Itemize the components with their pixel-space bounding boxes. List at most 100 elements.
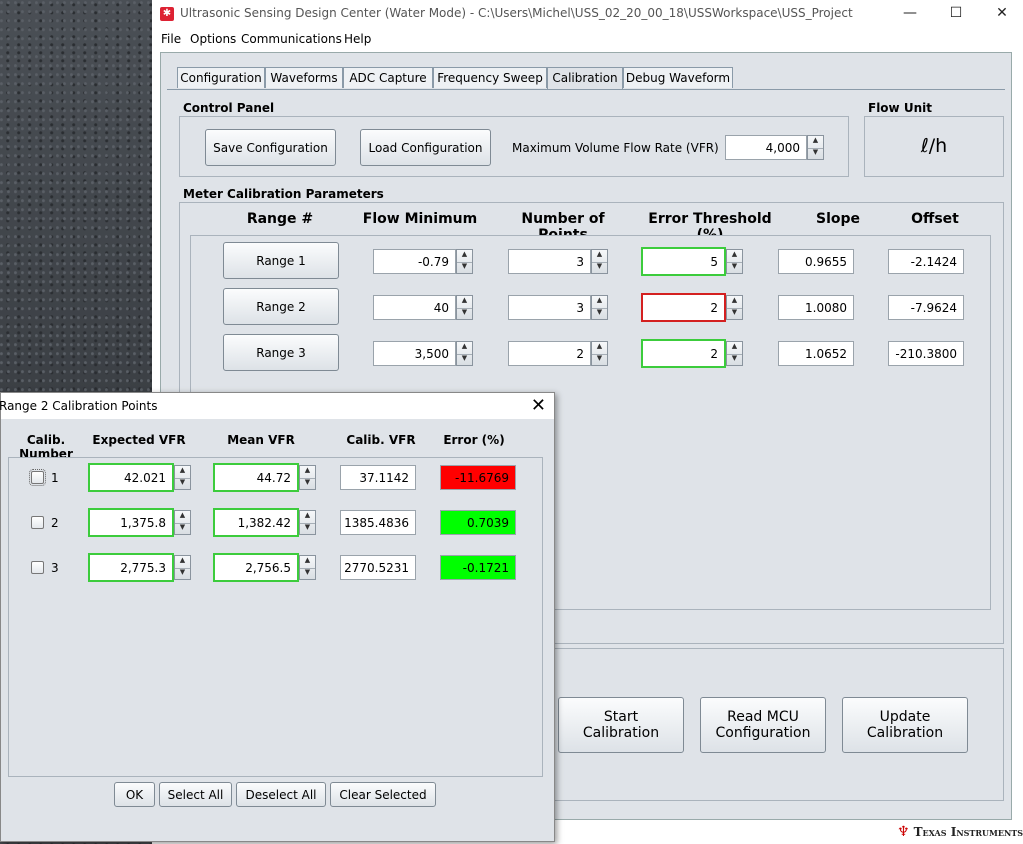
range-1-flow-min-input[interactable]: -0.79 xyxy=(373,249,456,274)
range-2-threshold-spinner[interactable]: ▲ ▼ xyxy=(726,295,743,320)
ti-logo-icon: ♆ xyxy=(897,824,910,840)
spin-down-icon[interactable]: ▼ xyxy=(592,262,607,274)
point-1-expected-spinner[interactable]: ▲ ▼ xyxy=(174,465,191,490)
range-3-flow-min-spinner[interactable]: ▲ ▼ xyxy=(456,341,473,366)
spin-down-icon[interactable]: ▼ xyxy=(592,308,607,320)
max-vfr-label: Maximum Volume Flow Rate (VFR) xyxy=(512,141,719,155)
spin-down-icon[interactable]: ▼ xyxy=(727,354,742,366)
spin-down-icon[interactable]: ▼ xyxy=(300,478,315,490)
point-2-mean-spinner[interactable]: ▲ ▼ xyxy=(299,510,316,535)
point-2-expected-spinner[interactable]: ▲ ▼ xyxy=(174,510,191,535)
update-calibration-button[interactable]: Update Calibration xyxy=(842,697,968,753)
max-vfr-input[interactable]: 4,000 xyxy=(725,135,807,160)
point-3-mean-spinner[interactable]: ▲ ▼ xyxy=(299,555,316,580)
read-mcu-label-2: Configuration xyxy=(715,725,811,741)
range-1-offset-field[interactable]: -2.1424 xyxy=(888,249,964,274)
range-1-button[interactable]: Range 1 xyxy=(223,242,339,279)
range-2-offset-field[interactable]: -7.9624 xyxy=(888,295,964,320)
header-offset: Offset xyxy=(911,211,959,227)
point-3-checkbox[interactable] xyxy=(31,561,44,574)
tab-frequency-sweep[interactable]: Frequency Sweep xyxy=(433,67,547,88)
range-1-threshold-spinner[interactable]: ▲ ▼ xyxy=(726,249,743,274)
point-2-checkbox[interactable] xyxy=(31,516,44,529)
load-configuration-button[interactable]: Load Configuration xyxy=(360,129,491,166)
range-3-button[interactable]: Range 3 xyxy=(223,334,339,371)
dialog-header-expected-vfr: Expected VFR xyxy=(92,433,186,447)
spin-down-icon[interactable]: ▼ xyxy=(300,523,315,535)
maximize-button[interactable]: ☐ xyxy=(933,0,979,28)
dialog-close-icon[interactable]: ✕ xyxy=(531,395,546,416)
spin-down-icon[interactable]: ▼ xyxy=(592,354,607,366)
point-1-mean-spinner[interactable]: ▲ ▼ xyxy=(299,465,316,490)
point-2-expected-input[interactable]: 1,375.8 xyxy=(88,508,174,537)
read-mcu-label-1: Read MCU xyxy=(727,709,799,725)
range-3-flow-min-input[interactable]: 3,500 xyxy=(373,341,456,366)
range-3-points-input[interactable]: 2 xyxy=(508,341,591,366)
flow-unit-value: ℓ/h xyxy=(920,135,948,157)
spin-down-icon[interactable]: ▼ xyxy=(457,308,472,320)
point-3-mean-input[interactable]: 2,756.5 xyxy=(213,553,299,582)
app-icon: ✱ xyxy=(160,7,174,21)
range-2-flow-min-input[interactable]: 40 xyxy=(373,295,456,320)
spin-down-icon[interactable]: ▼ xyxy=(727,308,742,320)
point-3-expected-input[interactable]: 2,775.3 xyxy=(88,553,174,582)
spin-down-icon[interactable]: ▼ xyxy=(175,478,190,490)
start-calibration-button[interactable]: Start Calibration xyxy=(558,697,684,753)
dialog-title-bar: Range 2 Calibration Points ✕ xyxy=(0,393,554,419)
spin-down-icon[interactable]: ▼ xyxy=(175,568,190,580)
menu-options[interactable]: Options xyxy=(190,32,236,46)
tab-configuration[interactable]: Configuration xyxy=(177,67,265,88)
window-title: Ultrasonic Sensing Design Center (Water … xyxy=(180,6,853,20)
point-3-expected-spinner[interactable]: ▲ ▼ xyxy=(174,555,191,580)
spin-down-icon[interactable]: ▼ xyxy=(300,568,315,580)
tab-calibration[interactable]: Calibration xyxy=(547,67,623,90)
range-1-slope-field[interactable]: 0.9655 xyxy=(778,249,854,274)
title-bar: ✱ Ultrasonic Sensing Design Center (Wate… xyxy=(152,0,1023,28)
menu-bar: File Options Communications Help xyxy=(152,30,1023,50)
point-1-mean-input[interactable]: 44.72 xyxy=(213,463,299,492)
point-1-expected-input[interactable]: 42.021 xyxy=(88,463,174,492)
range-2-flow-min-spinner[interactable]: ▲ ▼ xyxy=(456,295,473,320)
range-2-points-spinner[interactable]: ▲ ▼ xyxy=(591,295,608,320)
tab-debug-waveform[interactable]: Debug Waveform xyxy=(623,67,733,88)
menu-communications[interactable]: Communications xyxy=(241,32,342,46)
deselect-all-button[interactable]: Deselect All xyxy=(236,782,326,807)
range-2-points-input[interactable]: 3 xyxy=(508,295,591,320)
spin-down-icon[interactable]: ▼ xyxy=(457,262,472,274)
spin-down-icon[interactable]: ▼ xyxy=(727,262,742,274)
point-1-checkbox[interactable] xyxy=(29,469,46,486)
range-3-threshold-spinner[interactable]: ▲ ▼ xyxy=(726,341,743,366)
range-3-threshold-input[interactable]: 2 xyxy=(641,339,726,368)
select-all-button[interactable]: Select All xyxy=(159,782,232,807)
range-1-points-input[interactable]: 3 xyxy=(508,249,591,274)
spin-down-icon[interactable]: ▼ xyxy=(457,354,472,366)
range-1-flow-min-spinner[interactable]: ▲ ▼ xyxy=(456,249,473,274)
spin-down-icon[interactable]: ▼ xyxy=(175,523,190,535)
range-2-threshold-input[interactable]: 2 xyxy=(641,293,726,322)
range-3-offset-field[interactable]: -210.3800 xyxy=(888,341,964,366)
read-mcu-configuration-button[interactable]: Read MCU Configuration xyxy=(700,697,826,753)
tab-waveforms[interactable]: Waveforms xyxy=(265,67,343,88)
range-2-slope-field[interactable]: 1.0080 xyxy=(778,295,854,320)
save-configuration-button[interactable]: Save Configuration xyxy=(205,129,336,166)
meter-calibration-label: Meter Calibration Parameters xyxy=(183,187,384,201)
menu-help[interactable]: Help xyxy=(344,32,371,46)
dialog-header-error: Error (%) xyxy=(443,433,505,447)
point-2-number: 2 xyxy=(51,516,59,530)
close-button[interactable]: ✕ xyxy=(979,0,1023,28)
range-1-threshold-input[interactable]: 5 xyxy=(641,247,726,276)
spin-down-icon[interactable]: ▼ xyxy=(808,148,823,160)
range-3-slope-field[interactable]: 1.0652 xyxy=(778,341,854,366)
range-3-points-spinner[interactable]: ▲ ▼ xyxy=(591,341,608,366)
clear-selected-button[interactable]: Clear Selected xyxy=(330,782,436,807)
menu-file[interactable]: File xyxy=(161,32,181,46)
minimize-button[interactable]: — xyxy=(887,0,933,28)
range-2-button[interactable]: Range 2 xyxy=(223,288,339,325)
point-2-error: 0.7039 xyxy=(440,510,516,535)
dialog-header-calib-vfr: Calib. VFR xyxy=(346,433,416,447)
ok-button[interactable]: OK xyxy=(114,782,155,807)
max-vfr-spinner[interactable]: ▲ ▼ xyxy=(807,135,824,160)
tab-adc-capture[interactable]: ADC Capture xyxy=(343,67,433,88)
range-1-points-spinner[interactable]: ▲ ▼ xyxy=(591,249,608,274)
point-2-mean-input[interactable]: 1,382.42 xyxy=(213,508,299,537)
